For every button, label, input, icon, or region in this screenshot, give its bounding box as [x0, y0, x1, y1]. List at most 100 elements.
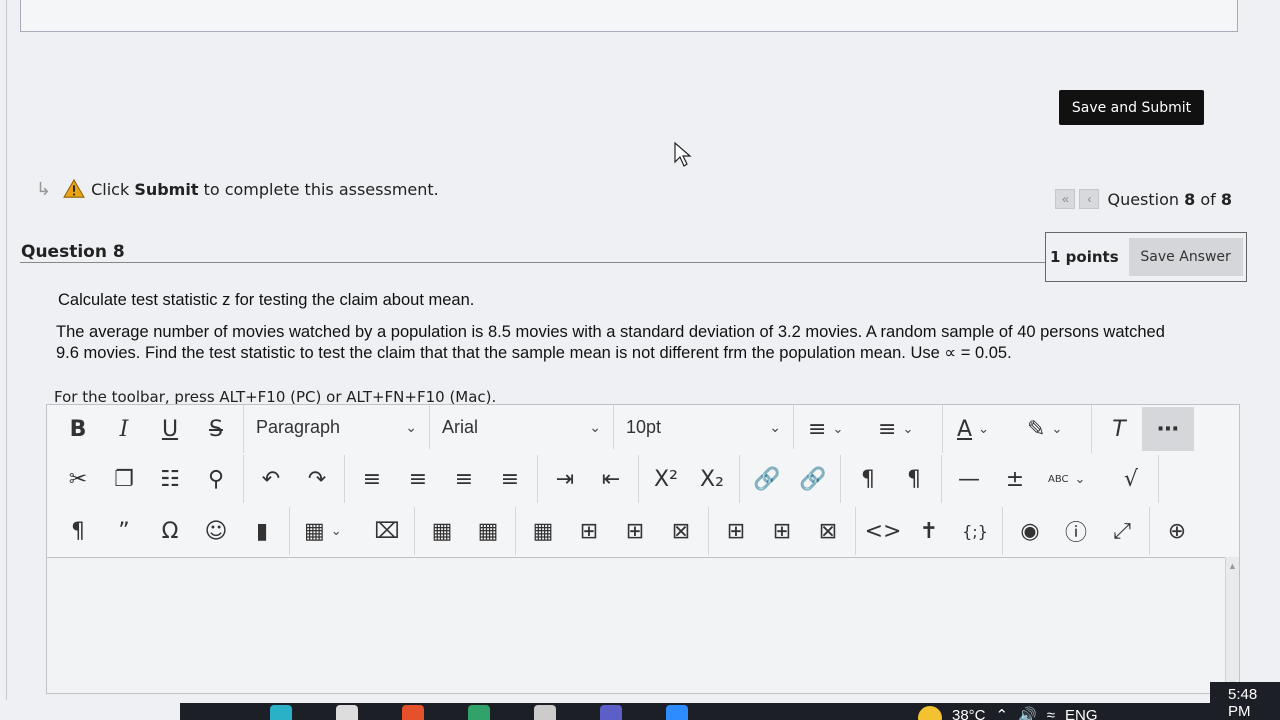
toolbar-row-3: ¶ ” Ω ☺ ▮ ▦ ⌄ ⌧ ▦ ▦ ▦ ⊞ ⊞ ⊠ ⊞ ⊞ ⊠ <> ✝ {;… — [51, 507, 1204, 555]
code-sample-icon[interactable]: {;} — [952, 509, 998, 553]
table-row-after-icon[interactable]: ▦ — [465, 509, 511, 553]
horizontal-line-icon[interactable]: — — [946, 457, 992, 501]
bold-icon[interactable]: B — [55, 407, 101, 451]
volume-icon[interactable]: 🔊 — [1018, 706, 1037, 720]
previous-question-icon[interactable]: ‹ — [1079, 189, 1100, 209]
numbered-list-icon[interactable]: ≡ ⌄ — [868, 407, 938, 451]
table-delete-row-icon[interactable]: ⊠ — [658, 509, 704, 553]
table-col-after-icon[interactable]: ⊞ — [713, 509, 759, 553]
underline-icon[interactable]: U — [147, 407, 193, 451]
font-family-dropdown[interactable]: Arial ⌄ — [430, 405, 614, 449]
indent-icon[interactable]: ⇥ — [542, 457, 588, 501]
block-format-dropdown[interactable]: Paragraph ⌄ — [244, 405, 430, 449]
chevron-down-icon: ⌄ — [405, 418, 417, 435]
history-group: ↶ ↷ — [244, 455, 345, 503]
outdent-icon[interactable]: ⇤ — [588, 457, 634, 501]
accessibility-icon[interactable]: ✝ — [906, 509, 952, 553]
question-prompt: Calculate test statistic z for testing t… — [58, 291, 475, 309]
taskbar-app-icon[interactable] — [534, 705, 556, 720]
link-group: 🔗 🔗 — [740, 455, 841, 503]
more-options-icon[interactable]: ⋯ — [1142, 407, 1194, 451]
text-style-group: B I U S — [51, 405, 244, 453]
align-center-icon[interactable]: ≡ — [395, 457, 441, 501]
tray-chevron-icon[interactable]: ⌃ — [996, 706, 1009, 720]
right-to-left-icon[interactable]: ¶ — [891, 457, 937, 501]
save-and-submit-button[interactable]: Save and Submit — [1059, 90, 1204, 125]
preview-eye-icon[interactable]: ◉ — [1007, 509, 1053, 553]
table-col-insert-icon[interactable]: ⊞ — [759, 509, 805, 553]
taskbar-app-icon[interactable] — [402, 705, 424, 720]
table-insert-column-icon[interactable]: ⊞ — [612, 509, 658, 553]
font-size-dropdown[interactable]: 10pt ⌄ — [614, 405, 794, 449]
highlight-color-icon[interactable]: ✎ ⌄ — [1017, 407, 1087, 451]
plus-minus-icon[interactable]: ± — [992, 457, 1038, 501]
language-label[interactable]: ENG — [1065, 707, 1098, 720]
table-delete-column-icon[interactable]: ⊠ — [805, 509, 851, 553]
justify-icon[interactable]: ≡ — [487, 457, 533, 501]
unlink-icon[interactable]: 🔗 — [790, 457, 836, 501]
toolbar-row-2: ✂ ❐ ☷ ⚲ ↶ ↷ ≡ ≡ ≡ ≡ ⇥ ⇤ X² X₂ 🔗 🔗 ¶ ¶ — … — [51, 455, 1159, 503]
direction-group: ¶ ¶ — [841, 455, 942, 503]
text-color-icon[interactable]: A ⌄ — [947, 407, 1017, 451]
align-left-icon[interactable]: ≡ — [349, 457, 395, 501]
delete-table-icon[interactable]: ⌧ — [364, 509, 410, 553]
fullscreen-icon[interactable]: ⤢ — [1099, 509, 1145, 553]
spellcheck-label: ABC — [1048, 473, 1069, 485]
superscript-icon[interactable]: X² — [643, 457, 689, 501]
taskbar-clock[interactable]: 5:48 PM — [1228, 686, 1280, 720]
clipboard-group: ✂ ❐ ☷ ⚲ — [51, 455, 244, 503]
clear-more-group: T ⋯ — [1092, 405, 1198, 453]
wifi-icon[interactable]: ≈ — [1047, 707, 1055, 720]
notice-text: Click Submit to complete this assessment… — [91, 179, 439, 199]
editor-text-area[interactable] — [47, 557, 1227, 693]
cut-icon[interactable]: ✂ — [55, 457, 101, 501]
redo-icon[interactable]: ↷ — [294, 457, 340, 501]
bullet-list-icon[interactable]: ≡ ⌄ — [798, 407, 868, 451]
table-icon[interactable]: ▦ ⌄ — [294, 509, 364, 553]
strikethrough-icon[interactable]: S — [193, 407, 239, 451]
table-column-group: ▦ ⊞ ⊞ ⊠ — [516, 507, 709, 555]
first-question-icon[interactable]: « — [1055, 189, 1076, 209]
chevron-down-icon: ⌄ — [589, 418, 601, 435]
taskbar-apps — [270, 705, 688, 720]
emoji-icon[interactable]: ☺ — [193, 509, 239, 553]
help-icon[interactable]: ⓘ — [1053, 509, 1099, 553]
link-icon[interactable]: 🔗 — [744, 457, 790, 501]
table-row-before-icon[interactable]: ▦ — [419, 509, 465, 553]
scroll-up-icon[interactable]: ▲ — [1228, 561, 1237, 571]
left-to-right-icon[interactable]: ¶ — [845, 457, 891, 501]
weather-sun-icon[interactable] — [918, 706, 942, 720]
clear-formatting-icon[interactable]: T — [1096, 407, 1142, 451]
view-group: ◉ ⓘ ⤢ — [1003, 507, 1150, 555]
points-label: 1 points — [1050, 248, 1119, 266]
paragraph-mark-icon[interactable]: ¶ — [55, 509, 101, 553]
blockquote-icon[interactable]: ” — [101, 509, 147, 553]
table-column-before-icon[interactable]: ▦ — [520, 509, 566, 553]
paste-icon[interactable]: ☷ — [147, 457, 193, 501]
bookmark-icon[interactable]: ▮ — [239, 509, 285, 553]
editor-scrollbar[interactable]: ▲ ▼ — [1225, 557, 1239, 693]
source-code-icon[interactable]: <> — [860, 509, 906, 553]
notice-submit-word: Submit — [134, 179, 199, 199]
table-insert-row-icon[interactable]: ⊞ — [566, 509, 612, 553]
italic-icon[interactable]: I — [101, 407, 147, 451]
undo-icon[interactable]: ↶ — [248, 457, 294, 501]
script-group: X² X₂ — [639, 455, 740, 503]
taskbar-app-icon[interactable] — [468, 705, 490, 720]
find-icon[interactable]: ⚲ — [193, 457, 239, 501]
special-group: ¶ ” Ω ☺ ▮ — [51, 507, 290, 555]
taskbar-app-icon[interactable] — [666, 705, 688, 720]
copy-icon[interactable]: ❐ — [101, 457, 147, 501]
align-right-icon[interactable]: ≡ — [441, 457, 487, 501]
table-row-group: ▦ ▦ — [415, 507, 516, 555]
taskbar-app-icon[interactable] — [600, 705, 622, 720]
special-character-icon[interactable]: Ω — [147, 509, 193, 553]
math-equation-icon[interactable]: √ — [1108, 457, 1154, 501]
return-arrow-icon: ↳ — [36, 178, 52, 199]
subscript-icon[interactable]: X₂ — [689, 457, 735, 501]
add-content-icon[interactable]: ⊕ — [1154, 509, 1200, 553]
spellcheck-icon[interactable]: ABC ⌄ — [1038, 457, 1108, 501]
taskbar-app-icon[interactable] — [270, 705, 292, 720]
save-answer-button[interactable]: Save Answer — [1128, 238, 1243, 276]
taskbar-app-icon[interactable] — [336, 705, 358, 720]
